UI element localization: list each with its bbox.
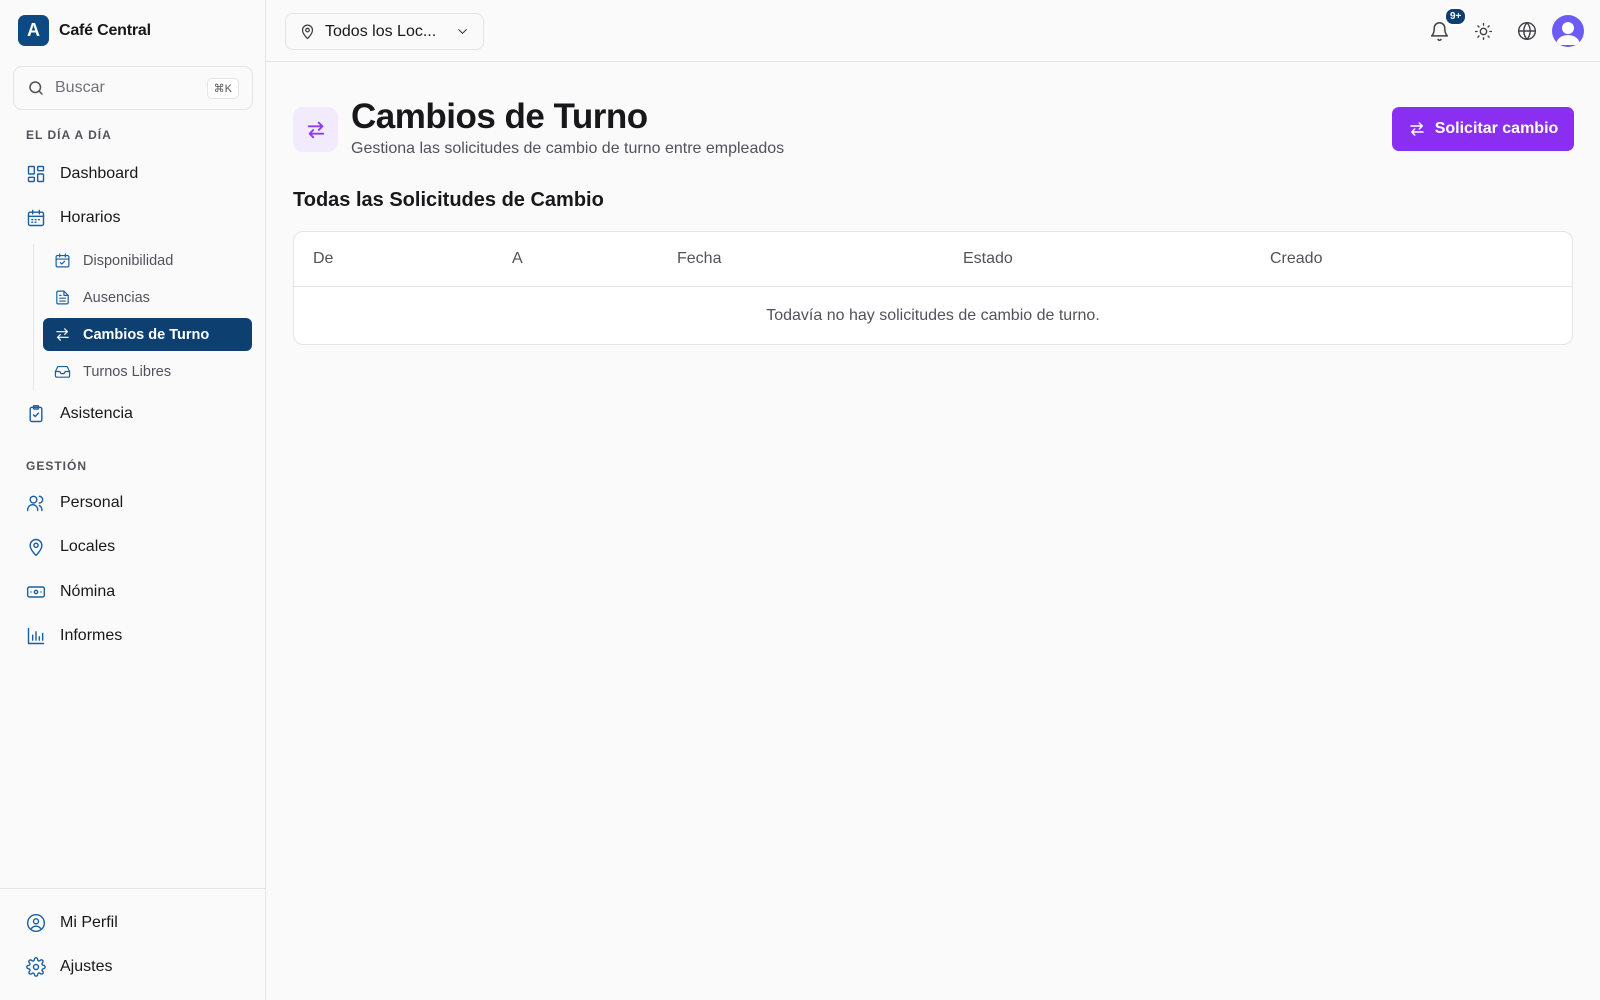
sidebar-subitem-label: Turnos Libres (83, 363, 172, 380)
sidebar-item-label: Personal (60, 494, 124, 511)
submenu-guide-line (33, 244, 34, 390)
location-select[interactable]: Todos los Loc... (285, 13, 484, 50)
column-header-fecha[interactable]: Fecha (677, 250, 721, 268)
avatar-user-icon (1556, 22, 1580, 45)
sidebar-item-personal[interactable]: Personal (26, 493, 123, 513)
location-select-value: Todos los Loc... (325, 22, 437, 40)
search-icon (29, 81, 43, 95)
sidebar-item-asistencia[interactable]: Asistencia (26, 404, 133, 424)
user-avatar[interactable] (1552, 15, 1584, 47)
map-pin-icon (29, 538, 43, 557)
sidebar-subitem-label: Ausencias (83, 289, 150, 306)
sidebar-item-horarios[interactable]: Horarios (26, 208, 120, 228)
table-header: De A Fecha Estado Creado (294, 232, 1572, 287)
sidebar: A Café Central Buscar ⌘K EL DÍA A DÍA Da… (0, 0, 266, 1000)
sidebar-item-mi-perfil[interactable]: Mi Perfil (26, 913, 118, 933)
globe-icon (1517, 21, 1537, 41)
sidebar-item-label: Ajustes (60, 958, 113, 975)
section-label-management: GESTIÓN (26, 459, 88, 473)
bar-chart-icon (27, 627, 45, 645)
sidebar-item-informes[interactable]: Informes (26, 626, 122, 646)
inbox-icon (54, 365, 71, 378)
sidebar-item-dashboard[interactable]: Dashboard (26, 164, 138, 184)
topbar: Todos los Loc... 9+ (266, 0, 1600, 62)
clipboard-check-icon (29, 404, 43, 423)
sidebar-item-label: Asistencia (60, 405, 133, 422)
chevron-down-icon (458, 29, 467, 34)
gear-icon (26, 957, 46, 977)
column-header-a[interactable]: A (512, 250, 523, 268)
calendar-check-icon (55, 253, 70, 268)
swap-arrows-icon (307, 121, 324, 138)
section-label-day: EL DÍA A DÍA (26, 128, 112, 142)
sidebar-item-label: Mi Perfil (60, 914, 118, 931)
sidebar-item-label: Nómina (60, 583, 116, 600)
brand[interactable]: A Café Central (18, 15, 151, 46)
page-subtitle: Gestiona las solicitudes de cambio de tu… (351, 140, 785, 157)
swap-arrows-icon (56, 328, 69, 341)
sidebar-item-label: Dashboard (60, 165, 139, 182)
sidebar-item-label: Horarios (60, 209, 121, 226)
search-shortcut: ⌘K (206, 77, 239, 99)
section-title: Todas las Solicitudes de Cambio (293, 189, 604, 211)
request-swap-button-label: Solicitar cambio (1434, 120, 1559, 137)
notifications-badge: 9+ (1444, 7, 1468, 26)
dashboard-icon (27, 165, 45, 183)
request-swap-button[interactable]: Solicitar cambio (1392, 107, 1574, 151)
document-icon (56, 290, 69, 305)
sidebar-item-label: Informes (60, 627, 123, 644)
user-circle-icon (26, 913, 46, 933)
sidebar-item-label: Locales (60, 538, 116, 555)
page-title: Cambios de Turno (351, 97, 648, 136)
banknote-icon (26, 586, 46, 598)
sidebar-subitem-label: Cambios de Turno (83, 326, 210, 343)
users-icon (26, 495, 44, 512)
map-pin-icon (301, 24, 314, 40)
swap-requests-table: De A Fecha Estado Creado Todavía no hay … (293, 231, 1573, 345)
column-header-creado[interactable]: Creado (1270, 250, 1322, 268)
swap-arrows-icon (1409, 122, 1424, 136)
sidebar-subitem-cambios-de-turno[interactable]: Cambios de Turno (43, 318, 252, 351)
sidebar-item-nomina[interactable]: Nómina (26, 582, 115, 602)
sidebar-footer: Mi Perfil Ajustes (0, 888, 266, 1000)
calendar-icon (27, 209, 45, 227)
column-header-de[interactable]: De (313, 250, 333, 268)
column-header-estado[interactable]: Estado (963, 250, 1013, 268)
brand-name: Café Central (59, 21, 151, 39)
page-icon (293, 107, 338, 152)
sun-icon (1474, 22, 1492, 40)
sidebar-subitem-turnos-libres[interactable]: Turnos Libres (43, 355, 252, 388)
sidebar-subitem-ausencias[interactable]: Ausencias (43, 281, 252, 314)
search-placeholder: Buscar (55, 79, 105, 96)
sidebar-item-locales[interactable]: Locales (26, 537, 115, 557)
search-input[interactable]: Buscar ⌘K (13, 66, 253, 110)
brand-logo: A (18, 15, 49, 46)
theme-toggle-button[interactable] (1471, 19, 1495, 43)
sidebar-subitem-label: Disponibilidad (83, 252, 174, 269)
sidebar-subitem-disponibilidad[interactable]: Disponibilidad (43, 244, 252, 277)
language-button[interactable] (1515, 19, 1539, 43)
sidebar-item-ajustes[interactable]: Ajustes (26, 957, 112, 977)
table-empty-message: Todavía no hay solicitudes de cambio de … (766, 307, 1100, 324)
